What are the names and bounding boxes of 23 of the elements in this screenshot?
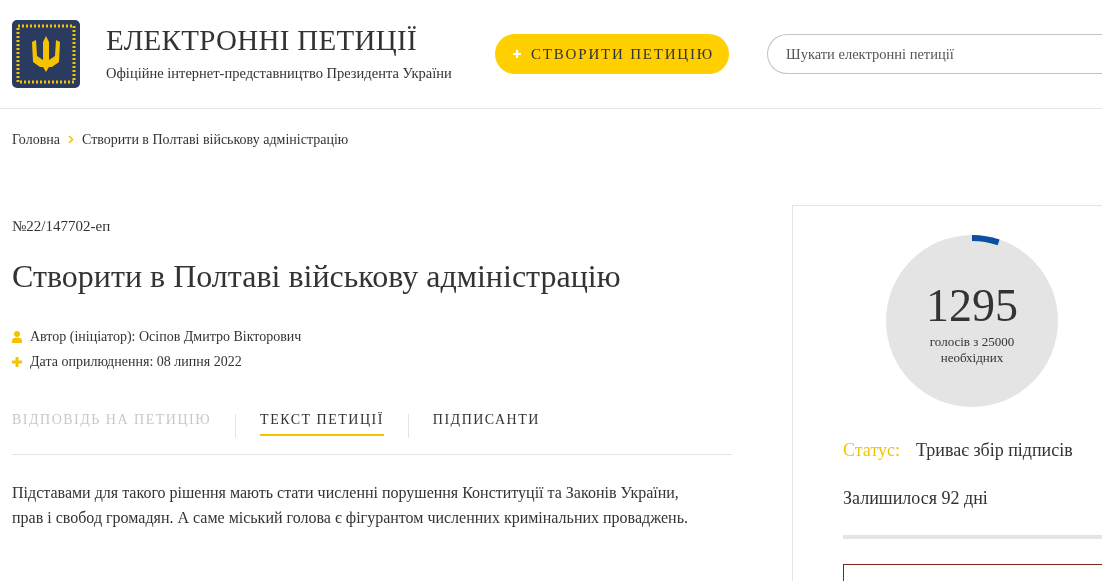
site-subtitle: Офіційне інтернет-представництво Президента України bbox=[106, 65, 453, 82]
meta-text: Автор (ініціатор): Осіпов Дмитро Вікторович bbox=[30, 329, 302, 345]
breadcrumb-link[interactable]: Головна bbox=[12, 131, 60, 148]
progress-arc bbox=[971, 235, 1000, 246]
tab[interactable]: ПІДПИСАНТИ bbox=[432, 412, 540, 436]
petition-text: Підставами для такого рішення мають стати численні порушення Конституції та Законів України, прав і свобод громадян. А саме міський голова є фігурантом численних кримінальних проваджень. bbox=[12, 483, 689, 529]
status-label: Статус: bbox=[843, 440, 900, 461]
signature-caption: голосів з 25000 необхідних bbox=[928, 333, 1016, 366]
meta-text: Дата оприлюднення: 08 липня 2022 bbox=[30, 354, 242, 370]
search-field[interactable]: Шукати електронні петиції bbox=[767, 34, 1102, 74]
petition-number: №22/147702-еп bbox=[12, 218, 112, 235]
days-remaining: Залишилося 92 дні bbox=[843, 488, 989, 509]
petition-title: Створити в Полтаві військову адміністрацію bbox=[12, 258, 622, 295]
create-petition-button[interactable]: СТВОРИТИ ПЕТИЦІЮ bbox=[495, 34, 729, 74]
person-icon bbox=[12, 331, 22, 343]
site-title: ЕЛЕКТРОННІ ПЕТИЦІЇ bbox=[106, 26, 418, 55]
trident-logo[interactable] bbox=[12, 20, 80, 88]
signature-count: 1295 bbox=[926, 282, 1018, 329]
status-value: Триває збір підписів bbox=[916, 440, 1073, 461]
plus-icon bbox=[12, 357, 22, 367]
tab[interactable]: ТЕКСТ ПЕТИЦІЇ bbox=[260, 412, 384, 436]
breadcrumb-link[interactable]: Створити в Полтаві військову адміністрацію bbox=[82, 131, 349, 148]
chevron-icon bbox=[68, 135, 74, 144]
